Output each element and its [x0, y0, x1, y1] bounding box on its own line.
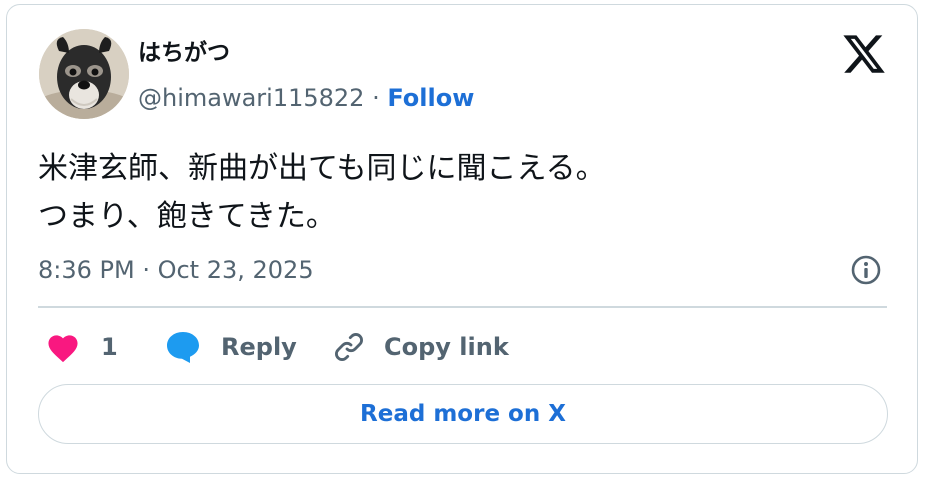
copy-link-button[interactable]: Copy link [332, 327, 509, 367]
post-text-line: 米津玄師、新曲が出ても同じに聞こえる。 [38, 151, 606, 186]
reply-bubble-icon [167, 332, 199, 363]
embedded-post-card: はちがつ @himawari115822 · Follow 米津玄師、新曲が出て… [6, 4, 918, 474]
post-text: 米津玄師、新曲が出ても同じに聞こえる。 つまり、飽きてきた。 [38, 145, 606, 241]
divider [38, 306, 887, 308]
x-logo-icon[interactable] [841, 31, 887, 77]
follow-button[interactable]: Follow [387, 84, 474, 112]
reply-label: Reply [221, 333, 297, 361]
handle-separator: · [372, 84, 380, 112]
info-icon[interactable] [850, 254, 882, 286]
copy-link-label: Copy link [384, 333, 509, 361]
like-button[interactable]: 1 [45, 327, 118, 367]
author-handle[interactable]: @himawari115822 [138, 84, 364, 112]
reply-button[interactable]: Reply [165, 327, 297, 367]
heart-icon [48, 335, 78, 363]
link-icon [335, 333, 363, 361]
author-display-name[interactable]: はちがつ [138, 38, 230, 68]
post-text-line: つまり、飽きてきた。 [38, 199, 336, 234]
read-more-button[interactable]: Read more on X [38, 384, 888, 444]
like-count: 1 [101, 333, 118, 361]
post-timestamp[interactable]: 8:36 PM · Oct 23, 2025 [38, 255, 314, 285]
schnauzer-dog-avatar-icon [39, 29, 129, 119]
avatar[interactable] [39, 29, 129, 119]
author-handle-row: @himawari115822 · Follow [138, 82, 474, 114]
